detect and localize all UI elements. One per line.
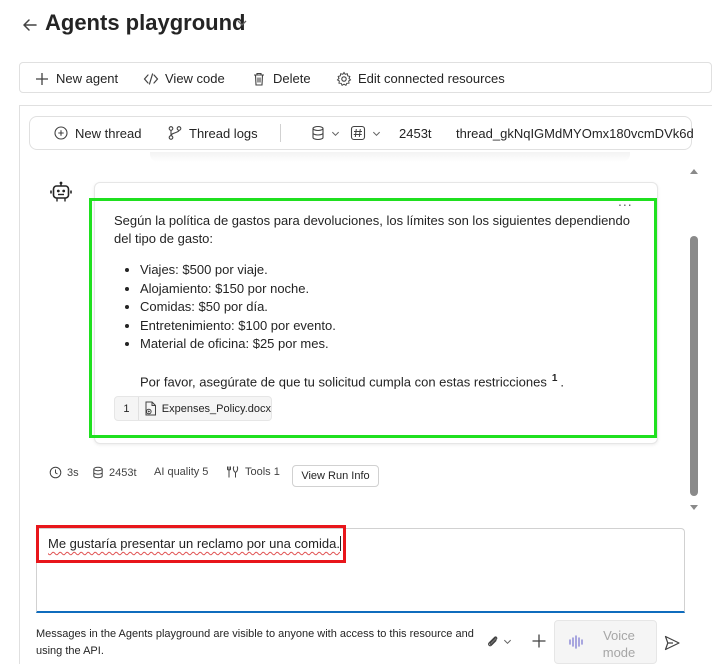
view-code-button[interactable]: View code xyxy=(143,63,225,94)
citation-filename: Expenses_Policy.docx xyxy=(161,402,271,415)
list-item: Material de oficina: $25 por mes. xyxy=(140,335,336,354)
view-run-info-button[interactable]: View Run Info xyxy=(292,465,379,487)
add-button[interactable] xyxy=(531,633,547,649)
new-thread-label: New thread xyxy=(75,125,142,141)
delete-button[interactable]: Delete xyxy=(251,63,311,94)
divider xyxy=(280,124,281,142)
list-item: Entretenimiento: $100 por evento. xyxy=(140,317,336,336)
back-arrow-icon[interactable] xyxy=(20,15,40,35)
new-agent-button[interactable]: New agent xyxy=(34,63,118,94)
chevron-down-icon xyxy=(331,129,340,138)
message-footer: Por favor, asegúrate de que tu solicitud… xyxy=(140,373,564,389)
run-tokens-value: 2453t xyxy=(109,466,137,479)
chevron-down-icon xyxy=(372,129,381,138)
new-thread-button[interactable]: New thread xyxy=(53,117,141,149)
list-item: Alojamiento: $150 por noche. xyxy=(140,280,336,299)
page-title: Agents playground xyxy=(45,10,246,35)
message-intro: Según la política de gastos para devoluc… xyxy=(114,213,631,246)
thread-id: thread_gkNqIGMdMYOmx180vcmDVk6d xyxy=(456,125,694,141)
clock-icon xyxy=(49,466,62,479)
ai-quality: AI quality 5 xyxy=(154,466,209,478)
highlight-box-input xyxy=(36,525,346,563)
thread-logs-button[interactable]: Thread logs xyxy=(167,117,258,149)
tools-icon xyxy=(226,465,240,479)
scroll-up-arrow-icon[interactable] xyxy=(688,166,700,176)
scrollbar-thumb[interactable] xyxy=(690,236,698,496)
paperclip-icon xyxy=(485,633,501,649)
message-footer-period: . xyxy=(560,374,565,390)
code-icon xyxy=(143,71,159,87)
scroll-down-arrow-icon[interactable] xyxy=(688,503,700,513)
view-code-label: View code xyxy=(165,71,225,86)
data-source-dropdown[interactable] xyxy=(311,117,340,149)
thread-tokens-dropdown[interactable]: 2453t xyxy=(350,117,432,149)
bot-avatar-icon xyxy=(50,181,72,203)
gear-icon xyxy=(336,71,352,87)
citation-number: 1 xyxy=(115,397,139,420)
thread-logs-label: Thread logs xyxy=(189,125,258,141)
new-thread-icon xyxy=(53,125,69,141)
branch-icon xyxy=(167,125,183,141)
database-icon xyxy=(92,466,104,479)
message-footer-text: Por favor, asegúrate de que tu solicitud… xyxy=(140,374,547,390)
thread-token-count: 2453t xyxy=(399,125,432,141)
run-time: 3s xyxy=(49,466,79,479)
tools-count: Tools 1 xyxy=(226,465,280,479)
hashtag-icon xyxy=(350,125,366,141)
run-tokens: 2453t xyxy=(92,466,137,479)
run-time-value: 3s xyxy=(67,466,79,479)
document-icon xyxy=(144,401,157,416)
privacy-disclaimer: Messages in the Agents playground are vi… xyxy=(36,628,474,657)
list-item: Viajes: $500 por viaje. xyxy=(140,261,336,280)
send-icon[interactable] xyxy=(663,634,681,652)
header-shadow xyxy=(150,152,630,162)
waveform-icon xyxy=(568,634,584,650)
attach-button[interactable] xyxy=(485,632,512,650)
citation-marker[interactable]: 1 xyxy=(552,373,558,384)
tools-count-value: Tools 1 xyxy=(245,466,280,478)
list-item: Comidas: $50 por día. xyxy=(140,298,336,317)
voice-mode-button[interactable]: Voice mode xyxy=(554,620,657,664)
expense-limit-list: Viajes: $500 por viaje. Alojamiento: $15… xyxy=(122,261,336,354)
new-agent-label: New agent xyxy=(56,71,119,86)
delete-label: Delete xyxy=(273,71,311,86)
trash-icon xyxy=(251,71,267,87)
chevron-down-icon[interactable] xyxy=(236,17,248,29)
plus-icon xyxy=(34,71,50,87)
edit-connected-resources-button[interactable]: Edit connected resources xyxy=(336,63,505,94)
citation-chip[interactable]: 1 Expenses_Policy.docx xyxy=(114,396,272,421)
voice-mode-label: Voice mode xyxy=(602,628,636,660)
thread-bar: New thread Thread logs 2453t thread_gkNq… xyxy=(29,116,694,150)
chevron-down-icon xyxy=(503,637,512,646)
toolbar: New agent View code Delete Edit connecte… xyxy=(19,62,712,93)
database-icon xyxy=(311,125,325,141)
edit-resources-label: Edit connected resources xyxy=(358,71,505,86)
